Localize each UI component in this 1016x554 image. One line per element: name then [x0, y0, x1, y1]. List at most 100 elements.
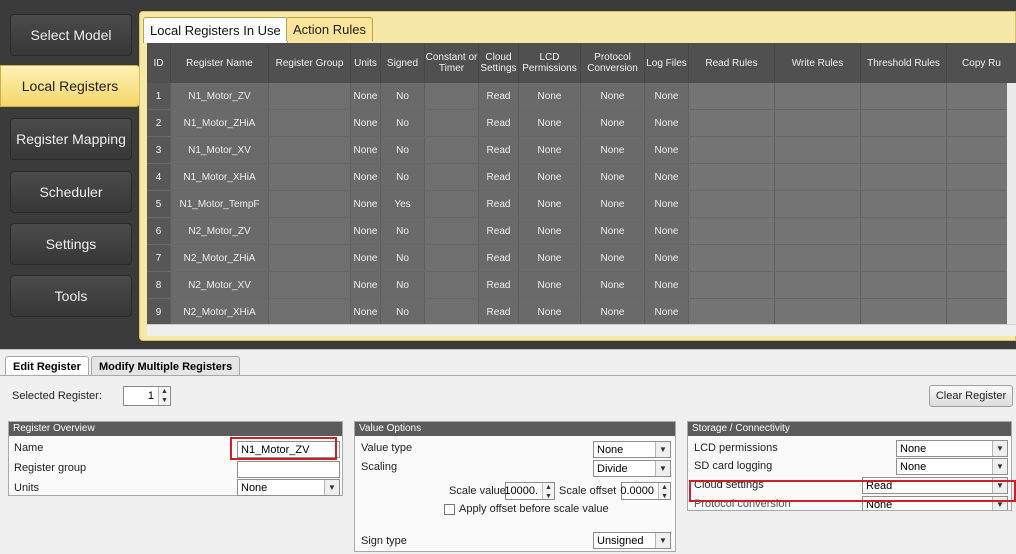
- table-cell-units[interactable]: None: [351, 218, 381, 244]
- table-cell-name[interactable]: N2_Motor_XHiA: [171, 299, 269, 325]
- apply-offset-checkbox[interactable]: [444, 504, 455, 515]
- table-cell[interactable]: [775, 191, 861, 217]
- table-cell-log[interactable]: None: [645, 299, 689, 325]
- table-cell-log[interactable]: None: [645, 83, 689, 109]
- table-cell[interactable]: [689, 137, 775, 163]
- table-cell[interactable]: [775, 110, 861, 136]
- table-cell-name[interactable]: N2_Motor_ZHiA: [171, 245, 269, 271]
- table-cell-signed[interactable]: No: [381, 83, 425, 109]
- col-header-read-rules[interactable]: Read Rules: [689, 43, 775, 83]
- table-cell-id[interactable]: 2: [147, 110, 171, 136]
- table-cell-id[interactable]: 8: [147, 272, 171, 298]
- table-cell[interactable]: [689, 218, 775, 244]
- table-cell-signed[interactable]: No: [381, 245, 425, 271]
- table-cell[interactable]: [861, 191, 947, 217]
- col-header-register-name[interactable]: Register Name: [171, 43, 269, 83]
- table-cell-log[interactable]: None: [645, 191, 689, 217]
- col-header-cloud-settings[interactable]: Cloud Settings: [479, 43, 519, 83]
- table-row[interactable]: 8 N2_Motor_XV None No Read None None None: [147, 272, 1016, 298]
- table-row[interactable]: 2 N1_Motor_ZHiA None No Read None None None: [147, 110, 1016, 136]
- tab-edit-register[interactable]: Edit Register: [5, 356, 89, 376]
- table-cell-cloud[interactable]: Read: [479, 137, 519, 163]
- table-cell[interactable]: [861, 137, 947, 163]
- table-cell-lcd[interactable]: None: [519, 191, 581, 217]
- table-cell[interactable]: [947, 83, 1016, 109]
- table-cell-id[interactable]: 4: [147, 164, 171, 190]
- table-cell-units[interactable]: None: [351, 164, 381, 190]
- table-cell-id[interactable]: 1: [147, 83, 171, 109]
- table-cell-lcd[interactable]: None: [519, 299, 581, 325]
- table-cell-lcd[interactable]: None: [519, 272, 581, 298]
- table-cell-id[interactable]: 6: [147, 218, 171, 244]
- table-vertical-scrollbar[interactable]: [1007, 83, 1016, 324]
- table-cell[interactable]: [947, 191, 1016, 217]
- scaling-select[interactable]: Divide ▼: [593, 460, 671, 477]
- table-cell-cloud[interactable]: Read: [479, 191, 519, 217]
- table-cell-log[interactable]: None: [645, 272, 689, 298]
- table-cell-name[interactable]: N1_Motor_XHiA: [171, 164, 269, 190]
- table-horizontal-scrollbar[interactable]: [147, 324, 1016, 336]
- table-cell[interactable]: [861, 299, 947, 325]
- table-cell[interactable]: [689, 83, 775, 109]
- table-cell-lcd[interactable]: None: [519, 164, 581, 190]
- table-cell-lcd[interactable]: None: [519, 83, 581, 109]
- table-cell[interactable]: [947, 272, 1016, 298]
- col-header-id[interactable]: ID: [147, 43, 171, 83]
- table-cell[interactable]: [689, 110, 775, 136]
- col-header-copy-rules[interactable]: Copy Ru: [947, 43, 1016, 83]
- table-cell[interactable]: [947, 218, 1016, 244]
- table-cell[interactable]: [775, 83, 861, 109]
- table-row[interactable]: 6 N2_Motor_ZV None No Read None None None: [147, 218, 1016, 244]
- table-cell[interactable]: [861, 272, 947, 298]
- tab-modify-multiple-registers[interactable]: Modify Multiple Registers: [91, 356, 241, 376]
- table-cell-name[interactable]: N1_Motor_XV: [171, 137, 269, 163]
- table-cell-log[interactable]: None: [645, 245, 689, 271]
- table-cell-group[interactable]: [269, 272, 351, 298]
- sign-type-select[interactable]: Unsigned ▼: [593, 532, 671, 549]
- table-row[interactable]: 5 N1_Motor_TempF None Yes Read None None None: [147, 191, 1016, 217]
- table-cell-name[interactable]: N1_Motor_ZHiA: [171, 110, 269, 136]
- table-cell-cloud[interactable]: Read: [479, 110, 519, 136]
- sd-card-logging-select[interactable]: None ▼: [896, 458, 1008, 475]
- table-cell-cloud[interactable]: Read: [479, 218, 519, 244]
- table-cell-const[interactable]: [425, 245, 479, 271]
- table-cell-log[interactable]: None: [645, 137, 689, 163]
- clear-register-button[interactable]: Clear Register: [929, 385, 1013, 407]
- col-header-lcd-permissions[interactable]: LCD Permissions: [519, 43, 581, 83]
- table-cell-const[interactable]: [425, 272, 479, 298]
- table-cell-cloud[interactable]: Read: [479, 245, 519, 271]
- table-cell-units[interactable]: None: [351, 191, 381, 217]
- table-cell-cloud[interactable]: Read: [479, 83, 519, 109]
- table-cell-log[interactable]: None: [645, 164, 689, 190]
- table-cell-const[interactable]: [425, 191, 479, 217]
- spin-arrows-icon[interactable]: ▲ ▼: [658, 483, 670, 500]
- table-row[interactable]: 1 N1_Motor_ZV None No Read None None None: [147, 83, 1016, 109]
- table-cell[interactable]: [947, 137, 1016, 163]
- col-header-units[interactable]: Units: [351, 43, 381, 83]
- tab-action-rules[interactable]: Action Rules: [286, 17, 373, 41]
- table-cell-units[interactable]: None: [351, 110, 381, 136]
- table-cell-name[interactable]: N1_Motor_ZV: [171, 83, 269, 109]
- table-cell-cloud[interactable]: Read: [479, 164, 519, 190]
- table-cell-lcd[interactable]: None: [519, 245, 581, 271]
- value-type-select[interactable]: None ▼: [593, 441, 671, 458]
- table-cell[interactable]: [689, 164, 775, 190]
- table-cell[interactable]: [689, 272, 775, 298]
- table-cell[interactable]: [947, 110, 1016, 136]
- table-cell-id[interactable]: 9: [147, 299, 171, 325]
- table-cell-name[interactable]: N1_Motor_TempF: [171, 191, 269, 217]
- sidebar-item-tools[interactable]: Tools: [10, 275, 132, 317]
- table-cell-cloud[interactable]: Read: [479, 272, 519, 298]
- table-cell-protocol[interactable]: None: [581, 137, 645, 163]
- table-cell-protocol[interactable]: None: [581, 191, 645, 217]
- table-cell-signed[interactable]: No: [381, 218, 425, 244]
- col-header-threshold-rules[interactable]: Threshold Rules: [861, 43, 947, 83]
- table-cell-const[interactable]: [425, 110, 479, 136]
- table-cell-signed[interactable]: No: [381, 299, 425, 325]
- table-cell-log[interactable]: None: [645, 218, 689, 244]
- table-cell[interactable]: [775, 272, 861, 298]
- table-cell-protocol[interactable]: None: [581, 110, 645, 136]
- table-cell-signed[interactable]: Yes: [381, 191, 425, 217]
- selected-register-stepper[interactable]: 1 ▲ ▼: [123, 386, 171, 406]
- table-cell[interactable]: [689, 191, 775, 217]
